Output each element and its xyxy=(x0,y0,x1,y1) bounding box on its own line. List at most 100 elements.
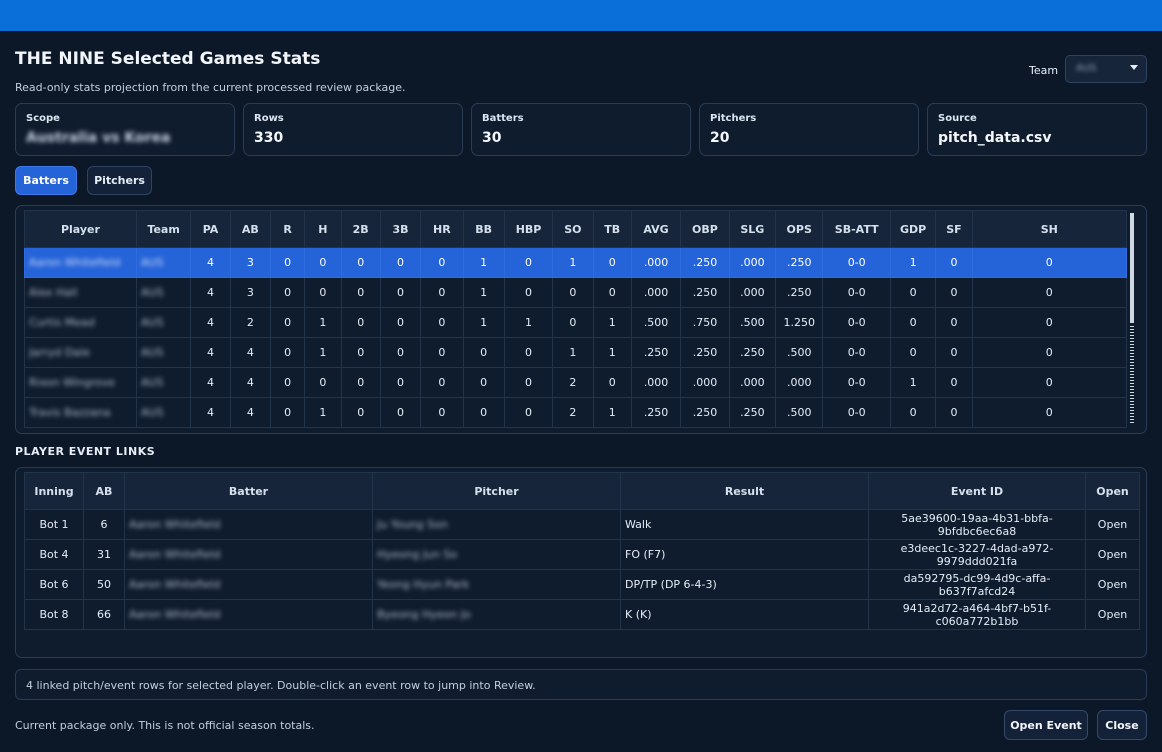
column-header-sh[interactable]: SH xyxy=(971,210,1128,248)
events-table-panel: Inning AB Batter Pitcher Result Event ID Open … xyxy=(15,467,1147,658)
stat-cell: 0-0 xyxy=(822,307,891,338)
team-label: Team xyxy=(1029,64,1059,77)
pitcher-name: Ju Young Son xyxy=(377,518,448,531)
stat-cell: .000 xyxy=(680,367,730,398)
stat-cell: 4 xyxy=(190,337,231,368)
events-header-row: Inning AB Batter Pitcher Result Event ID Open xyxy=(24,472,1140,510)
stat-cell: 0 xyxy=(935,337,973,368)
inning-cell: Bot 4 xyxy=(24,539,84,570)
tab-batters[interactable]: Batters xyxy=(15,166,77,195)
event-row[interactable]: Bot 8 66 Aaron Whitefield Byeong Hyeon Jo K … xyxy=(24,599,1140,630)
stat-cell: 0 xyxy=(462,337,505,368)
close-button[interactable]: Close xyxy=(1097,710,1147,740)
stat-cell: 0 xyxy=(889,337,937,368)
team-cell: AUS xyxy=(135,337,192,368)
open-event-button[interactable]: Open Event xyxy=(1004,710,1088,740)
column-header-tb[interactable]: TB xyxy=(592,210,632,248)
event-row[interactable]: Bot 6 50 Aaron Whitefield Yeong Hyun Park DP… xyxy=(24,569,1140,600)
stat-cell: 0-0 xyxy=(822,367,891,398)
column-header-3b[interactable]: 3B xyxy=(379,210,422,248)
column-header-r[interactable]: R xyxy=(269,210,306,248)
table-row[interactable]: Curtis Mead AUS 4 2 0 1 0 0 0 1 1 0 1.500.750.500 1.2… xyxy=(24,307,1128,338)
column-header-sb-att[interactable]: SB-ATT xyxy=(822,210,891,248)
column-header-pa[interactable]: PA xyxy=(190,210,231,248)
stats-scrollbar-grip[interactable] xyxy=(1130,326,1134,424)
table-row[interactable]: Alex Hall AUS 4 3 0 0 0 0 0 1 0 0 0.000.250.000.250 0… xyxy=(24,277,1128,308)
open-event-link[interactable]: Open xyxy=(1085,509,1140,540)
table-row[interactable]: Travis Bazzana AUS 4 4 0 1 0 0 0 0 0 2 1.250.250.250… xyxy=(24,397,1128,428)
stat-cell: 0 xyxy=(935,247,973,278)
stat-cell: 0-0 xyxy=(822,247,891,278)
team-name: AUS xyxy=(140,346,164,359)
tab-pitchers[interactable]: Pitchers xyxy=(87,166,152,195)
stat-cell: 0 xyxy=(304,367,342,398)
stat-cell: 0 xyxy=(935,307,973,338)
column-header-gdp[interactable]: GDP xyxy=(889,210,937,248)
column-header-ops[interactable]: OPS xyxy=(775,210,824,248)
stat-cell: 0 xyxy=(269,307,306,338)
rows-value: 330 xyxy=(254,130,284,146)
column-header-so[interactable]: SO xyxy=(552,210,594,248)
stat-cell: 1 xyxy=(304,307,342,338)
event-row[interactable]: Bot 4 31 Aaron Whitefield Hyeong Jun So FO (… xyxy=(24,539,1140,570)
stat-cell: 0-0 xyxy=(822,337,891,368)
player-cell: Curtis Mead xyxy=(24,307,137,338)
table-row[interactable]: Jarryd Dale AUS 4 4 0 1 0 0 0 0 0 1 1.250.250.250.50… xyxy=(24,337,1128,368)
result-cell: DP/TP (DP 6-4-3) xyxy=(620,569,869,600)
open-event-link[interactable]: Open xyxy=(1085,539,1140,570)
column-header-bb[interactable]: BB xyxy=(462,210,505,248)
scope-card: Scope Australia vs Korea xyxy=(15,103,235,156)
column-header-slg[interactable]: SLG xyxy=(728,210,777,248)
stat-cell: 0 xyxy=(971,367,1128,398)
column-header-sf[interactable]: SF xyxy=(935,210,973,248)
pitcher-cell: Ju Young Son xyxy=(372,509,621,540)
stat-cell: 1 xyxy=(552,337,594,368)
pitcher-cell: Yeong Hyun Park xyxy=(372,569,621,600)
stat-cell: .250 xyxy=(775,277,824,308)
footer-note: Current package only. This is not offici… xyxy=(15,719,315,732)
stat-cell: 1.250 xyxy=(775,307,824,338)
result-cell: Walk xyxy=(620,509,869,540)
column-header-hr[interactable]: HR xyxy=(420,210,464,248)
stat-cell: 4 xyxy=(190,307,231,338)
stats-scrollbar-thumb[interactable] xyxy=(1130,213,1134,323)
table-row[interactable]: Rixon Wingrove AUS 4 4 0 0 0 0 0 0 0 2 0.000.000.000… xyxy=(24,367,1128,398)
event-row[interactable]: Bot 1 6 Aaron Whitefield Ju Young Son Walk 5a… xyxy=(24,509,1140,540)
stat-cell: .250 xyxy=(630,397,682,428)
inning-cell: Bot 8 xyxy=(24,599,84,630)
column-header-ab[interactable]: AB xyxy=(229,210,271,248)
team-name: AUS xyxy=(140,376,164,389)
event-id-cell: da592795-dc99-4d9c-affa-b637f7afcd24 xyxy=(868,569,1086,600)
window-titlebar[interactable] xyxy=(0,0,1162,31)
column-header-obp[interactable]: OBP xyxy=(680,210,730,248)
source-value: pitch_data.csv xyxy=(938,130,1052,146)
stat-cell: 0 xyxy=(269,277,306,308)
stat-cell: 0 xyxy=(503,367,554,398)
column-header-h[interactable]: H xyxy=(304,210,342,248)
column-header-avg[interactable]: AVG xyxy=(630,210,682,248)
pitcher-cell: Byeong Hyeon Jo xyxy=(372,599,621,630)
column-header-2b[interactable]: 2B xyxy=(340,210,381,248)
stat-cell: .250 xyxy=(728,337,777,368)
table-row[interactable]: Aaron Whitefield AUS 4 3 0 0 0 0 0 1 0 1 0.000.250.0… xyxy=(24,247,1128,278)
stat-cell: 0 xyxy=(340,277,381,308)
column-header-player[interactable]: Player xyxy=(24,210,137,248)
rows-card: Rows 330 xyxy=(243,103,463,156)
open-event-link[interactable]: Open xyxy=(1085,599,1140,630)
event-id-cell: 941a2d72-a464-4bf7-b51f-c060a772b1bb xyxy=(868,599,1086,630)
player-name: Rixon Wingrove xyxy=(29,376,116,389)
player-cell: Travis Bazzana xyxy=(24,397,137,428)
stat-cell: 1 xyxy=(462,247,505,278)
scope-value: Australia vs Korea xyxy=(26,130,171,146)
stat-cell: .500 xyxy=(775,397,824,428)
open-event-link[interactable]: Open xyxy=(1085,569,1140,600)
player-name: Travis Bazzana xyxy=(29,406,111,419)
team-select[interactable]: AUS xyxy=(1065,55,1147,83)
page-title: THE NINE Selected Games Stats xyxy=(15,49,321,69)
column-header-hbp[interactable]: HBP xyxy=(503,210,554,248)
stat-cell: 0 xyxy=(269,397,306,428)
stats-body: Aaron Whitefield AUS 4 3 0 0 0 0 0 1 0 1 0.000.250.0… xyxy=(24,247,1128,428)
batter-name: Aaron Whitefield xyxy=(129,578,221,591)
column-header-team[interactable]: Team xyxy=(135,210,192,248)
stat-cell: 1 xyxy=(462,277,505,308)
